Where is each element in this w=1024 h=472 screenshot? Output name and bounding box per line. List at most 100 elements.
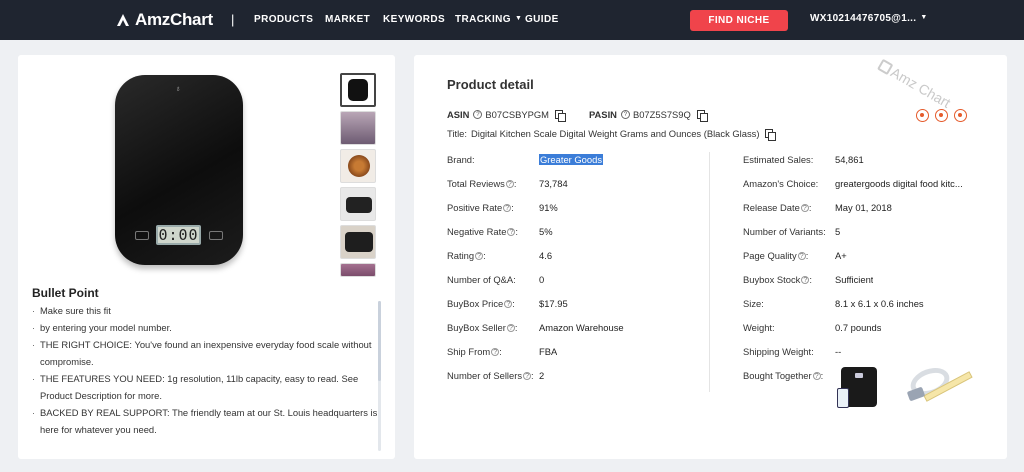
- bullet-item: THE FEATURES YOU NEED: 1g resolution, 11…: [32, 370, 378, 404]
- chevron-down-icon: ▼: [514, 15, 523, 22]
- watermark: Amz Chart: [859, 57, 979, 155]
- product-detail-card: Product detail Amz Chart ASIN ? B07CSBYP…: [414, 55, 1007, 459]
- chevron-down-icon: ▼: [920, 14, 928, 21]
- bullet-list: Make sure this fit by entering your mode…: [32, 302, 378, 438]
- watermark-text: Amz Chart: [888, 64, 954, 111]
- title-value: Digital Kitchen Scale Digital Weight Gra…: [470, 128, 760, 139]
- lifestyle-thumb[interactable]: [340, 263, 376, 277]
- shipping-weight-label: Shipping Weight:: [743, 346, 814, 357]
- bullet-item: by entering your model number.: [32, 319, 378, 336]
- nav-market[interactable]: MARKET: [325, 14, 370, 25]
- help-icon[interactable]: ?: [506, 324, 515, 332]
- help-icon[interactable]: ?: [523, 372, 532, 380]
- product-main-image[interactable]: ♁ 0:00: [115, 75, 243, 265]
- product-media-card: ♁ 0:00 Bullet Point Make sure this fit b…: [18, 55, 395, 459]
- ship-from-value: FBA: [539, 346, 558, 357]
- kitchen-scene-thumb[interactable]: [340, 111, 376, 145]
- help-icon[interactable]: ?: [504, 300, 513, 308]
- buybox-stock-value: Sufficient: [835, 274, 874, 285]
- logo-icon: [117, 14, 129, 26]
- variants-count-label: Number of Variants:: [743, 226, 826, 237]
- bullet-point-heading: Bullet Point: [32, 286, 99, 300]
- thumbnail-strip: [340, 73, 378, 281]
- buybox-stock-label-text: Buybox Stock: [743, 274, 801, 285]
- scale-food-thumb[interactable]: [340, 225, 376, 259]
- help-icon[interactable]: ?: [801, 276, 810, 284]
- page-quality-label: Page Quality?:: [743, 250, 809, 261]
- logo-text: AmzChart: [135, 10, 213, 29]
- user-menu[interactable]: WX10214476705@1... ▼: [810, 13, 928, 24]
- find-niche-button[interactable]: FIND NICHE: [690, 10, 788, 31]
- help-icon[interactable]: ?: [812, 372, 821, 380]
- rating-value: 4.6: [539, 250, 553, 261]
- title-label: Title:: [447, 128, 467, 139]
- qa-count-value: 0: [539, 274, 545, 285]
- brand-label: Brand:: [447, 154, 475, 165]
- scale-front-thumb[interactable]: [340, 73, 376, 107]
- help-icon[interactable]: ?: [491, 348, 500, 356]
- weight-label: Weight:: [743, 322, 775, 333]
- copy-icon[interactable]: [696, 109, 708, 122]
- release-date-value: May 01, 2018: [835, 202, 892, 213]
- negative-rate-value: 5%: [539, 226, 553, 237]
- scale-side-thumb[interactable]: [340, 187, 376, 221]
- amazons-choice-label: Amazon's Choice:: [743, 178, 819, 189]
- qa-count-label: Number of Q&A:: [447, 274, 516, 285]
- help-icon[interactable]: ?: [505, 180, 514, 188]
- pasin-label: PASIN: [588, 109, 617, 120]
- release-date-label-text: Release Date: [743, 202, 800, 213]
- scrollbar-thumb[interactable]: [378, 301, 381, 381]
- food-bowl-thumb[interactable]: [340, 149, 376, 183]
- brand-value[interactable]: Greater Goods: [539, 154, 604, 165]
- asin-label: ASIN: [447, 109, 470, 120]
- help-icon[interactable]: ?: [507, 228, 516, 236]
- nav-products[interactable]: PRODUCTS: [254, 14, 313, 25]
- total-reviews-label: Total Reviews?:: [447, 178, 517, 189]
- help-icon[interactable]: ?: [620, 110, 630, 119]
- pasin-value: B07Z5S7S9Q: [632, 109, 691, 120]
- smart-body-scale[interactable]: [837, 364, 877, 411]
- buybox-price-label: BuyBox Price?:: [447, 298, 515, 309]
- nav-guide[interactable]: GUIDE: [525, 14, 559, 25]
- brand-value-text: Greater Goods: [539, 154, 604, 165]
- logo[interactable]: AmzChart: [115, 10, 213, 30]
- sellers-count-label: Number of Sellers?:: [447, 370, 534, 381]
- help-icon[interactable]: ?: [475, 252, 484, 260]
- brand-mark-icon: ♁: [175, 84, 181, 93]
- help-icon[interactable]: ?: [800, 204, 809, 212]
- bullet-item: THE RIGHT CHOICE: You've found an inexpe…: [32, 336, 378, 370]
- asin-row: ASIN ? B07CSBYPGM PASIN ? B07Z5S7S9Q: [447, 109, 708, 122]
- measuring-tape[interactable]: [902, 362, 974, 409]
- ship-from-label-text: Ship From: [447, 346, 491, 357]
- buybox-seller-label: BuyBox Seller?:: [447, 322, 518, 333]
- nav-tracking[interactable]: TRACKING ▼: [455, 14, 522, 25]
- variants-count-value: 5: [835, 226, 841, 237]
- bullet-scrollbar[interactable]: [378, 301, 381, 451]
- link-icon[interactable]: [954, 109, 967, 122]
- sellers-count-label-text: Number of Sellers: [447, 370, 523, 381]
- buybox-price-value: $17.95: [539, 298, 568, 309]
- buybox-stock-label: Buybox Stock?:: [743, 274, 812, 285]
- bullet-item: BACKED BY REAL SUPPORT: The friendly tea…: [32, 404, 378, 438]
- size-label: Size:: [743, 298, 764, 309]
- positive-rate-label: Positive Rate?:: [447, 202, 514, 213]
- nav-keywords[interactable]: KEYWORDS: [383, 14, 445, 25]
- positive-rate-value: 91%: [539, 202, 558, 213]
- help-icon[interactable]: ?: [473, 110, 483, 119]
- target-icon[interactable]: [935, 109, 948, 122]
- help-icon[interactable]: ?: [503, 204, 512, 212]
- title-row: Title: Digital Kitchen Scale Digital Wei…: [447, 128, 777, 141]
- rating-label-text: Rating: [447, 250, 475, 261]
- track-icon[interactable]: [916, 109, 929, 122]
- amazons-choice-value: greatergoods digital food kitc...: [835, 178, 963, 189]
- estimated-sales-label: Estimated Sales:: [743, 154, 814, 165]
- nav-separator: |: [231, 12, 235, 27]
- copy-icon[interactable]: [554, 109, 566, 122]
- negative-rate-label: Negative Rate?:: [447, 226, 519, 237]
- help-icon[interactable]: ?: [797, 252, 806, 260]
- buybox-price-label-text: BuyBox Price: [447, 298, 504, 309]
- weight-value: 0.7 pounds: [835, 322, 882, 333]
- total-reviews-value: 73,784: [539, 178, 568, 189]
- copy-icon[interactable]: [765, 128, 777, 141]
- tape-end-icon: [906, 386, 926, 402]
